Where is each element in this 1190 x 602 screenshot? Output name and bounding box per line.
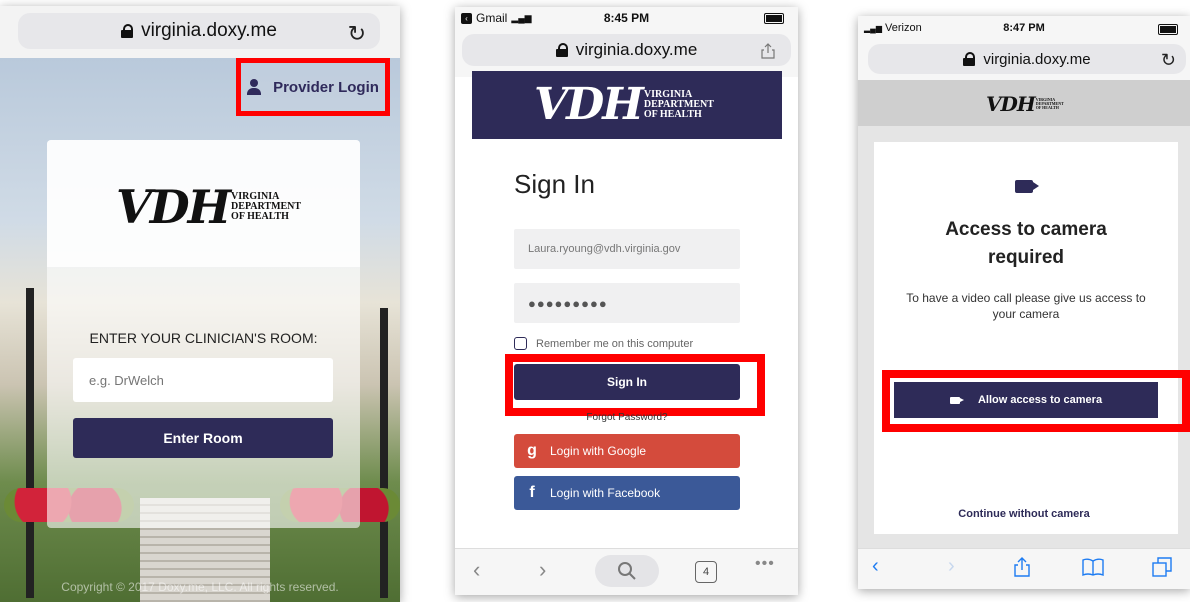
camera-message: To have a video call please give us acce… <box>906 291 1146 321</box>
logo-line3: OF HEALTH <box>231 211 289 222</box>
url-text: virginia.doxy.me <box>575 40 698 59</box>
lock-icon <box>963 52 976 66</box>
password-field[interactable] <box>514 283 740 323</box>
search-button[interactable] <box>595 555 659 587</box>
user-icon <box>247 79 262 95</box>
status-time: 8:47 PM <box>1003 22 1045 34</box>
sign-in-page: VDH VIRGINIA DEPARTMENT OF HEALTH Sign I… <box>472 71 782 549</box>
share-icon[interactable] <box>761 43 775 59</box>
remember-me[interactable]: Remember me on this computer <box>514 337 693 350</box>
search-icon <box>618 562 636 580</box>
forgot-password-link[interactable]: Forgot Password? <box>472 412 782 423</box>
tabs-icon[interactable] <box>1152 557 1172 577</box>
forward-icon: › <box>948 555 955 577</box>
browser-bottom-bar: ‹ › <box>858 548 1190 589</box>
provider-login-label: Provider Login <box>273 78 379 96</box>
lock-icon <box>555 43 568 57</box>
allow-camera-button[interactable]: Allow access to camera <box>894 382 1158 418</box>
logo-letters: VDH <box>534 79 644 130</box>
room-entry-card: VDH VIRGINIA DEPARTMENT OF HEALTH ENTER … <box>47 140 360 528</box>
forward-icon[interactable]: › <box>539 557 546 583</box>
browser-toolbar: virginia.doxy.me ↻ <box>0 6 400 58</box>
back-icon[interactable]: ‹ <box>473 557 480 583</box>
heading-line2: required <box>987 247 1065 268</box>
vdh-header: VDH VIRGINIA DEPARTMENT OF HEALTH <box>858 80 1190 126</box>
provider-login-link[interactable]: Provider Login <box>236 58 390 116</box>
facebook-login-label: Login with Facebook <box>550 486 661 500</box>
vdh-logo: VDH VIRGINIA DEPARTMENT OF HEALTH <box>534 79 714 130</box>
tabs-button[interactable]: 4 <box>695 561 717 583</box>
status-bar: ‹ Gmail ▂▄▆ 8:45 PM <box>455 7 798 29</box>
camera-permission-page: VDH VIRGINIA DEPARTMENT OF HEALTH Access… <box>858 80 1190 549</box>
reload-icon[interactable]: ↻ <box>348 21 366 47</box>
url-bar[interactable]: virginia.doxy.me <box>462 34 791 66</box>
allow-camera-label: Allow access to camera <box>977 394 1103 406</box>
more-icon[interactable]: ••• <box>755 555 775 573</box>
room-input[interactable] <box>73 358 333 402</box>
sign-in-title: Sign In <box>514 169 595 199</box>
lock-icon <box>121 24 134 38</box>
url-text: virginia.doxy.me <box>141 20 277 41</box>
video-camera-icon <box>949 396 964 404</box>
url-bar[interactable]: virginia.doxy.me ↻ <box>868 44 1186 74</box>
video-camera-icon <box>1015 180 1033 193</box>
logo-line3: OF HEALTH <box>643 108 702 120</box>
battery-icon <box>764 13 784 24</box>
lamp-post <box>26 288 34 598</box>
logo-subtitle: VIRGINIA DEPARTMENT OF HEALTH <box>231 192 301 222</box>
heading-line1: Access to camera <box>945 219 1107 240</box>
logo-panel: VDH VIRGINIA DEPARTMENT OF HEALTH <box>47 140 360 267</box>
remember-checkbox[interactable] <box>514 337 527 350</box>
battery-icon <box>1158 24 1178 35</box>
logo-letters: VDH <box>986 92 1036 116</box>
google-login-label: Login with Google <box>550 444 647 458</box>
camera-panel: Access to camera required To have a vide… <box>874 142 1178 534</box>
url-text: virginia.doxy.me <box>983 50 1091 68</box>
vdh-logo: VDH VIRGINIA DEPARTMENT OF HEALTH <box>116 180 301 234</box>
url-bar[interactable]: virginia.doxy.me ↻ <box>18 13 380 49</box>
browser-bottom-bar: ‹ › 4 ••• <box>455 548 798 595</box>
remember-label: Remember me on this computer <box>536 337 694 350</box>
logo-letters: VDH <box>116 180 231 234</box>
enter-room-button[interactable]: Enter Room <box>73 418 333 458</box>
logo-subtitle: VIRGINIA DEPARTMENT OF HEALTH <box>1036 98 1064 110</box>
vdh-banner: VDH VIRGINIA DEPARTMENT OF HEALTH <box>472 71 782 139</box>
bookmarks-icon[interactable] <box>1082 558 1104 576</box>
logo-line3: OF HEALTH <box>1035 105 1059 110</box>
email-field[interactable] <box>514 229 740 269</box>
google-login-button[interactable]: g Login with Google <box>514 434 740 468</box>
camera-heading: Access to camera required <box>874 216 1178 272</box>
vdh-logo: VDH VIRGINIA DEPARTMENT OF HEALTH <box>986 92 1064 116</box>
reload-icon[interactable]: ↻ <box>1161 50 1176 71</box>
sign-in-button[interactable]: Sign In <box>514 364 740 400</box>
room-label: ENTER YOUR CLINICIAN'S ROOM: <box>89 330 318 346</box>
browser-toolbar: virginia.doxy.me <box>455 29 798 77</box>
continue-without-camera-link[interactable]: Continue without camera <box>858 508 1190 520</box>
facebook-login-button[interactable]: f Login with Facebook <box>514 476 740 510</box>
facebook-icon: f <box>529 484 535 501</box>
phone-screen-login-room: virginia.doxy.me ↻ Provider Login VDH VI… <box>0 6 400 602</box>
lamp-post <box>380 308 388 598</box>
phone-screen-camera-access: ▂▄▆ Verizon 8:47 PM virginia.doxy.me ↻ V… <box>858 16 1190 589</box>
phone-screen-sign-in: ‹ Gmail ▂▄▆ 8:45 PM virginia.doxy.me VDH… <box>455 7 798 595</box>
copyright-text: Copyright © 2017 Doxy.me, LLC. All right… <box>61 580 339 594</box>
status-time: 8:45 PM <box>603 11 650 25</box>
google-icon: g <box>527 442 537 459</box>
back-icon[interactable]: ‹ <box>872 555 879 578</box>
share-icon[interactable] <box>1014 557 1030 577</box>
status-bar: ▂▄▆ Verizon 8:47 PM <box>858 16 1190 40</box>
logo-subtitle: VIRGINIA DEPARTMENT OF HEALTH <box>643 89 714 120</box>
